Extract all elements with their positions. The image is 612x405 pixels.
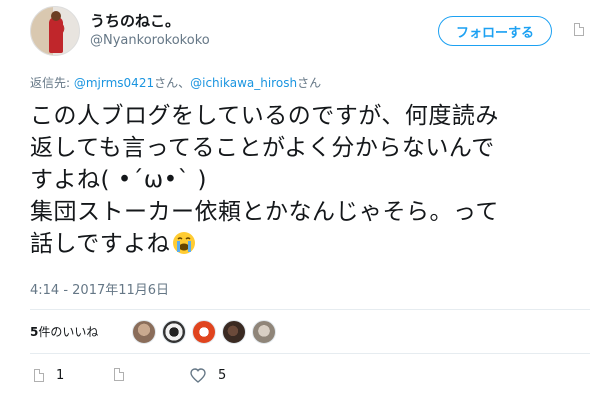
like-action[interactable]: 5 <box>190 368 226 383</box>
liker-avatar[interactable] <box>132 320 156 344</box>
avatar-figure <box>49 17 63 53</box>
divider <box>30 309 590 310</box>
likes-summary[interactable]: 5件のいいね <box>30 323 98 340</box>
liker-avatar[interactable] <box>252 320 276 344</box>
retweet-action[interactable] <box>114 368 124 381</box>
timestamp[interactable]: 4:14 - 2017年11月6日 <box>30 279 169 298</box>
mention-link-2[interactable]: @ichikawa_hirosh <box>190 76 297 90</box>
tweet-line: この人ブログをしているのですが、何度読み <box>30 103 499 129</box>
likers-list <box>132 320 276 344</box>
mention-link-1[interactable]: @mjrms0421 <box>74 76 154 90</box>
reply-suffix-1: さん、 <box>154 76 191 90</box>
retweet-icon <box>114 368 124 381</box>
follow-button[interactable]: フォローする <box>438 16 552 46</box>
heart-icon <box>190 368 206 383</box>
avatar-hair <box>51 11 61 21</box>
liker-avatar[interactable] <box>222 320 246 344</box>
reply-icon <box>34 369 44 382</box>
avatar[interactable] <box>30 6 80 56</box>
tweet-line-last: 話しですよね <box>30 228 590 260</box>
tweet-text: この人ブログをしているのですが、何度読み 返しても言ってることがよく分からないん… <box>30 100 590 260</box>
tweet-line-text: 話しですよね <box>30 231 171 257</box>
liker-avatar[interactable] <box>192 320 216 344</box>
divider <box>30 353 590 354</box>
tweet-line: すよね( •´ω•` ) <box>30 167 207 193</box>
liker-avatar[interactable] <box>162 320 186 344</box>
reply-context: 返信先: @mjrms0421さん、@ichikawa_hiroshさん <box>30 74 321 91</box>
reply-prefix: 返信先: <box>30 76 74 90</box>
tweet-card: うちのねこ。 @Nyankorokokoko フォローする 返信先: @mjrm… <box>0 0 612 405</box>
reply-count: 1 <box>56 368 65 383</box>
like-count: 5 <box>218 368 227 383</box>
crying-face-icon <box>173 232 196 254</box>
reply-suffix-2: さん <box>297 76 322 90</box>
tweet-line: 返しても言ってることがよく分からないんで <box>30 135 495 161</box>
tweet-line: 集団ストーカー依頼とかなんじゃそら。って <box>30 199 499 225</box>
broken-image-icon[interactable] <box>574 23 584 36</box>
likes-label: 件のいいね <box>38 325 99 339</box>
display-name[interactable]: うちのねこ。 <box>90 10 180 31</box>
screen-name[interactable]: @Nyankorokokoko <box>90 33 210 48</box>
reply-action[interactable]: 1 <box>34 368 64 383</box>
